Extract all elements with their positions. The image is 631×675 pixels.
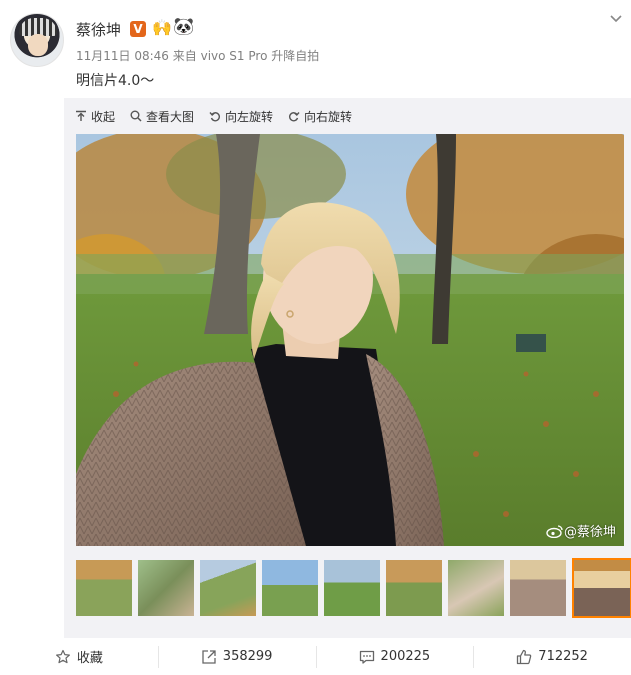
- like-icon: [517, 649, 532, 664]
- repost-count: 358299: [222, 649, 273, 664]
- thumbnail[interactable]: [76, 560, 132, 616]
- thumbnail[interactable]: [324, 560, 380, 616]
- source-prefix: 来自: [172, 49, 197, 63]
- collapse-icon: [76, 110, 86, 121]
- action-bar: 收藏 358299 200225 712252: [0, 638, 631, 675]
- thumbnail-strip: [76, 558, 631, 618]
- rotate-right-button[interactable]: 向右旋转: [288, 106, 352, 126]
- thumbnail[interactable]: [510, 560, 566, 616]
- main-photo[interactable]: @蔡徐坤: [76, 134, 624, 546]
- star-icon: [55, 649, 70, 663]
- comment-icon: [359, 650, 374, 664]
- collapse-button[interactable]: 收起: [75, 106, 115, 126]
- watermark-text: @蔡徐坤: [563, 525, 616, 540]
- thumbnail-selected[interactable]: [572, 558, 631, 618]
- comment-count: 200225: [380, 649, 431, 664]
- repost-icon: [202, 649, 216, 664]
- weibo-logo-icon: [546, 524, 563, 538]
- thumbnail[interactable]: [138, 560, 194, 616]
- post-date[interactable]: 11月11日 08:46: [76, 49, 169, 63]
- panda-badge-icon[interactable]: 🐼: [173, 17, 194, 37]
- search-icon: [130, 110, 142, 122]
- rotate-left-label: 向左旋转: [225, 109, 274, 124]
- verified-badge-icon[interactable]: V: [130, 21, 146, 37]
- author-avatar[interactable]: [10, 13, 64, 67]
- thumbnail[interactable]: [200, 560, 256, 616]
- like-button[interactable]: 712252: [473, 645, 631, 668]
- watermark: @蔡徐坤: [546, 521, 616, 540]
- rotate-right-icon: [289, 112, 300, 122]
- weibo-post-card: 蔡徐坤 V 🙌 🐼 11月11日 08:46 来自 vivo S1 Pro 升降…: [0, 0, 631, 675]
- comment-button[interactable]: 200225: [315, 645, 474, 668]
- rotate-right-label: 向右旋转: [304, 109, 353, 124]
- emoji-badge-icon[interactable]: 🙌: [152, 18, 172, 37]
- thumbnail[interactable]: [448, 560, 504, 616]
- post-source[interactable]: vivo S1 Pro 升降自拍: [201, 49, 320, 63]
- post-text: 明信片4.0～: [76, 73, 155, 89]
- thumbnail[interactable]: [386, 560, 442, 616]
- media-viewer: 收起 查看大图 向左旋转 向右旋转 @蔡徐坤: [64, 98, 631, 638]
- rotate-left-icon: [209, 112, 221, 122]
- repost-button[interactable]: 358299: [157, 645, 316, 668]
- favorite-label: 收藏: [76, 651, 103, 666]
- post-meta: 11月11日 08:46 来自 vivo S1 Pro 升降自拍: [76, 47, 319, 64]
- view-large-label: 查看大图: [146, 109, 195, 124]
- author-name[interactable]: 蔡徐坤: [76, 19, 121, 40]
- media-toolbar: 收起 查看大图 向左旋转 向右旋转: [75, 106, 367, 126]
- chevron-down-icon[interactable]: [609, 12, 623, 26]
- thumbnail[interactable]: [262, 560, 318, 616]
- view-large-button[interactable]: 查看大图: [130, 106, 194, 126]
- rotate-left-button[interactable]: 向左旋转: [209, 106, 273, 126]
- like-count: 712252: [538, 649, 588, 664]
- favorite-button[interactable]: 收藏: [0, 646, 158, 668]
- collapse-label: 收起: [91, 109, 116, 124]
